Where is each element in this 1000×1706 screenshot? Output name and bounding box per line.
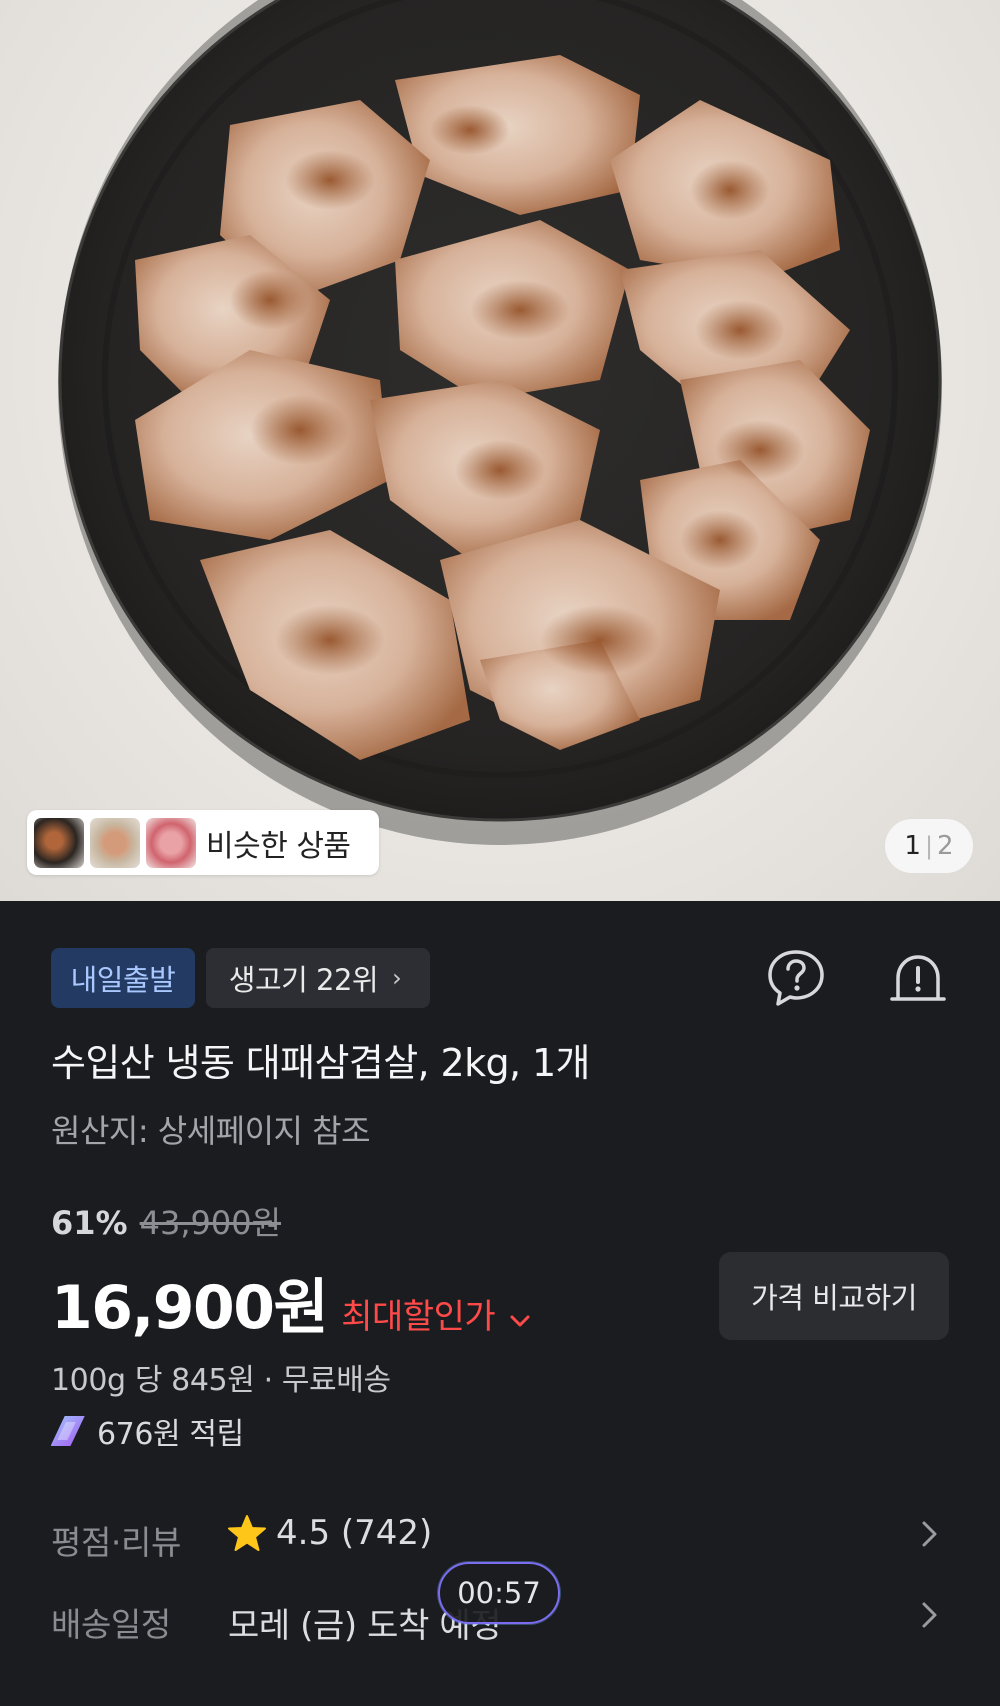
rating-score: 4.5 (742)	[276, 1513, 433, 1553]
pager-total: 2	[937, 831, 954, 861]
product-photo	[58, 0, 942, 845]
unit-price-shipping: 100g 당 845원 · 무료배송	[51, 1363, 391, 1398]
image-pager: 1 | 2	[885, 819, 973, 873]
discount-row: 61% 43,900원	[51, 1198, 281, 1244]
chevron-right-icon[interactable]	[918, 1517, 942, 1551]
coin-icon	[51, 1416, 85, 1446]
alarm-bell-icon[interactable]	[886, 946, 950, 1010]
similar-products-label: 비슷한 상품	[206, 828, 351, 864]
shipping-badge: 내일출발	[51, 948, 195, 1008]
similar-thumbnail	[146, 817, 196, 868]
origin-info: 원산지: 상세페이지 참조	[51, 1112, 371, 1150]
pager-separator: |	[924, 832, 934, 860]
sale-price: 16,900원	[51, 1273, 329, 1343]
original-price: 43,900원	[139, 1204, 282, 1242]
pager-current: 1	[904, 831, 921, 861]
price-row: 16,900원 최대할인가	[51, 1259, 531, 1346]
rating-review-label: 평점·리뷰	[51, 1523, 181, 1562]
countdown-timer: 00:57	[438, 1562, 560, 1624]
category-rank-label: 생고기 22위	[228, 963, 379, 997]
discount-percent: 61%	[51, 1204, 128, 1242]
chevron-right-icon[interactable]	[918, 1598, 942, 1632]
rating-review-value[interactable]: 4.5 (742)	[228, 1513, 432, 1553]
reward-row: 676원 적립	[51, 1409, 244, 1453]
best-discount-toggle[interactable]: 최대할인가	[341, 1289, 495, 1338]
product-title: 수입산 냉동 대패삼겹살, 2kg, 1개	[51, 1041, 591, 1085]
similar-thumbnail	[90, 817, 140, 868]
similar-thumbnail	[34, 817, 84, 868]
question-circle-icon[interactable]	[764, 946, 828, 1010]
category-rank-link[interactable]: 생고기 22위 ›	[206, 948, 430, 1008]
chevron-down-icon[interactable]	[509, 1314, 531, 1328]
chevron-right-icon: ›	[392, 964, 402, 992]
product-image-gallery[interactable]: 비슷한 상품 1 | 2	[0, 0, 1000, 901]
similar-products-button[interactable]: 비슷한 상품	[27, 810, 379, 875]
star-icon	[228, 1515, 266, 1551]
reward-amount: 676원 적립	[97, 1417, 244, 1452]
compare-price-button[interactable]: 가격 비교하기	[719, 1252, 949, 1340]
product-info-panel: 내일출발 생고기 22위 › 수입산 냉동 대패삼겹살, 2kg, 1개 원산지…	[0, 901, 1000, 1706]
delivery-schedule-label: 배송일정	[51, 1605, 171, 1644]
